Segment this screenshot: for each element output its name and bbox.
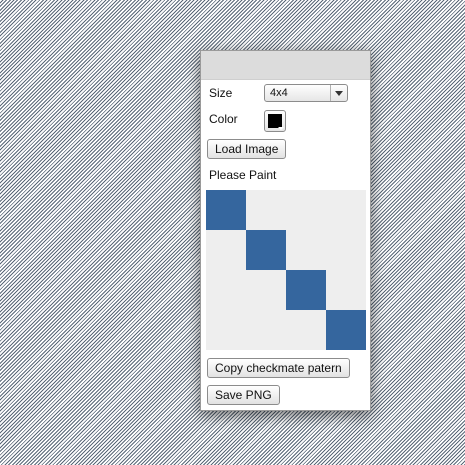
canvas-cell[interactable] — [246, 310, 286, 350]
size-select-arrow[interactable] — [330, 85, 347, 101]
color-label: Color — [209, 112, 238, 126]
copy-checkmate-pattern-button[interactable]: Copy checkmate patern — [207, 358, 350, 378]
save-png-button[interactable]: Save PNG — [207, 385, 280, 405]
caret-down-icon — [278, 127, 284, 130]
size-select-value: 4x4 — [270, 87, 288, 99]
size-select[interactable]: 4x4 — [264, 84, 348, 102]
canvas-cell[interactable] — [206, 270, 246, 310]
status-text: Please Paint — [209, 168, 277, 182]
canvas-cell[interactable] — [286, 230, 326, 270]
canvas-cell[interactable] — [246, 270, 286, 310]
paint-canvas[interactable] — [206, 190, 366, 350]
canvas-cell[interactable] — [246, 230, 286, 270]
color-swatch-fill — [268, 114, 282, 128]
canvas-cell[interactable] — [286, 310, 326, 350]
canvas-cell[interactable] — [246, 190, 286, 230]
canvas-cell[interactable] — [326, 230, 366, 270]
canvas-cell[interactable] — [206, 190, 246, 230]
canvas-cell[interactable] — [286, 270, 326, 310]
load-image-button[interactable]: Load Image — [207, 139, 287, 159]
color-picker[interactable] — [264, 110, 286, 132]
canvas-cell[interactable] — [206, 310, 246, 350]
chevron-down-icon — [335, 91, 343, 96]
canvas-cell[interactable] — [326, 310, 366, 350]
size-label: Size — [209, 86, 233, 100]
canvas-cell[interactable] — [326, 270, 366, 310]
canvas-cell[interactable] — [326, 190, 366, 230]
paint-panel: Size 4x4 Color Load Image Please Paint C… — [200, 50, 371, 411]
canvas-cell[interactable] — [206, 230, 246, 270]
canvas-cell[interactable] — [286, 190, 326, 230]
panel-titlebar[interactable] — [201, 51, 370, 80]
